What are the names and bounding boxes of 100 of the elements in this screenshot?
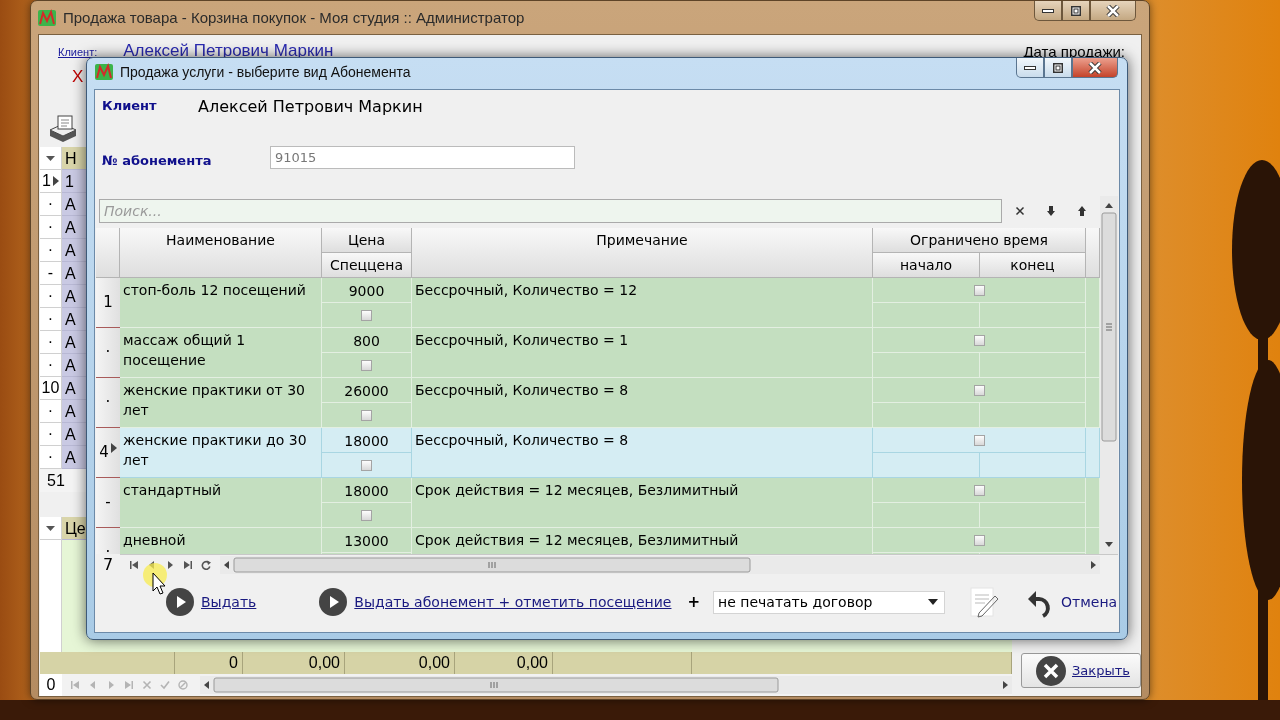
row-header[interactable]: ·: [40, 239, 62, 262]
row-header[interactable]: ·: [40, 423, 62, 446]
row-header[interactable]: -: [96, 478, 120, 528]
row-number: ·: [105, 543, 111, 554]
row-number: ·: [105, 393, 111, 411]
vertical-scrollbar[interactable]: [1100, 196, 1118, 554]
row-header[interactable]: ·: [40, 400, 62, 423]
table-cell: А: [62, 331, 86, 354]
row-number: ·: [105, 343, 111, 361]
horizontal-scrollbar[interactable]: [220, 555, 1100, 574]
column-header[interactable]: Наименование: [120, 228, 322, 278]
column-header[interactable]: конец: [980, 253, 1086, 278]
table-row[interactable]: - стандартный 18000 Срок действия = 12 месяцев, Безлимитный: [96, 478, 1100, 528]
row-pointer-icon: [110, 443, 117, 453]
row-number: -: [47, 264, 54, 282]
table-cell: 13000: [322, 528, 412, 553]
row-header[interactable]: ·: [96, 328, 120, 378]
table-row[interactable]: 4 женские практики до 30 лет 18000 Бессрочный, Количество = 8: [96, 428, 1100, 478]
column-header[interactable]: [40, 147, 62, 170]
horizontal-scrollbar[interactable]: [200, 676, 1012, 694]
maximize-icon: [1071, 5, 1081, 16]
first-record-icon: [70, 680, 80, 690]
column-header: [1086, 228, 1100, 278]
row-number: ·: [47, 310, 54, 328]
row-header[interactable]: ·: [40, 216, 62, 239]
row-count: 51: [40, 469, 86, 492]
row-header[interactable]: ·: [96, 528, 120, 554]
checkbox[interactable]: [973, 534, 985, 546]
arrow-down-icon: [1046, 205, 1055, 216]
minimize-button[interactable]: [1034, 1, 1062, 21]
table-cell: А: [62, 262, 86, 285]
row-header[interactable]: 1: [40, 170, 62, 193]
column-header[interactable]: [40, 517, 62, 540]
maximize-button[interactable]: [1062, 1, 1090, 21]
table-cell: А: [62, 239, 86, 262]
caret-icon: [928, 599, 939, 605]
row-header[interactable]: ·: [40, 193, 62, 216]
checkbox[interactable]: [973, 484, 985, 496]
play-icon: [166, 588, 194, 616]
row-number: ·: [47, 425, 54, 443]
number-field[interactable]: 91015: [270, 146, 575, 169]
row-header[interactable]: ·: [40, 354, 62, 377]
column-header[interactable]: Н: [62, 147, 86, 170]
close-button[interactable]: [1090, 1, 1136, 21]
row-header[interactable]: ·: [40, 308, 62, 331]
row-header[interactable]: ·: [40, 331, 62, 354]
table-cell: А: [62, 423, 86, 446]
row-header[interactable]: ·: [40, 285, 62, 308]
column-header[interactable]: Спеццена: [322, 253, 412, 278]
cancel-icon: [142, 680, 152, 690]
row-number: ·: [47, 356, 54, 374]
row-number: ·: [47, 448, 54, 466]
checkbox[interactable]: [361, 459, 372, 471]
checkbox[interactable]: [973, 384, 985, 396]
search-field[interactable]: Поиск...: [99, 199, 1002, 223]
table-row[interactable]: · дневной 13000 Срок действия = 12 месяцев, Безлимитный: [96, 528, 1100, 554]
checkbox[interactable]: [973, 284, 985, 296]
row-number: ·: [47, 241, 54, 259]
cancel-button[interactable]: Отмена: [1027, 586, 1118, 618]
minimize-button[interactable]: [1016, 58, 1044, 78]
sort-icon: [46, 155, 55, 161]
refresh-icon: [201, 559, 211, 570]
checkbox[interactable]: [361, 409, 372, 421]
column-header[interactable]: Ограничено время: [873, 228, 1086, 253]
table-row[interactable]: 1 стоп-боль 12 посещений 9000 Бессрочный, Количество = 12: [96, 278, 1100, 328]
row-number: 4: [99, 443, 109, 461]
close-button[interactable]: Закрыть: [1021, 653, 1141, 688]
checkbox[interactable]: [361, 509, 372, 521]
close-button[interactable]: [1072, 58, 1118, 78]
checkbox[interactable]: [361, 309, 372, 321]
column-header[interactable]: Цена: [322, 228, 412, 253]
checkbox[interactable]: [973, 334, 985, 346]
client-name: Алексей Петрович Маркин: [198, 97, 423, 116]
row-header[interactable]: -: [40, 262, 62, 285]
table-cell: 18000: [322, 428, 412, 453]
table-cell: 1: [62, 170, 86, 193]
row-number: ·: [47, 218, 54, 236]
row-header[interactable]: 4: [96, 428, 120, 478]
column-header[interactable]: начало: [873, 253, 980, 278]
dropdown-value: не печатать договор: [718, 594, 873, 610]
row-header[interactable]: ·: [96, 378, 120, 428]
paper-tray-icon[interactable]: [48, 114, 78, 142]
row-header[interactable]: 1: [96, 278, 120, 328]
row-number: 1: [42, 172, 51, 190]
row-header[interactable]: ·: [40, 446, 62, 469]
column-header[interactable]: Це: [62, 517, 86, 540]
column-header[interactable]: Примечание: [412, 228, 873, 278]
client-link[interactable]: Клиент:: [58, 46, 98, 58]
table-cell: А: [62, 400, 86, 423]
print-option-dropdown[interactable]: не печатать договор: [713, 590, 946, 614]
action-link[interactable]: Выдать абонемент + отметить посещение: [319, 588, 672, 616]
action-link[interactable]: Выдать: [166, 588, 257, 616]
checkbox[interactable]: [973, 434, 985, 446]
clear-client-button[interactable]: X: [72, 67, 84, 87]
dialog-title: Продажа услуги - выберите вид Абонемента: [120, 64, 411, 80]
checkbox[interactable]: [361, 359, 372, 371]
app-icon: [94, 62, 114, 82]
maximize-button[interactable]: [1044, 58, 1072, 78]
client-name-link[interactable]: Алексей Петрович Маркин: [123, 41, 334, 61]
row-number: 1: [103, 293, 113, 311]
